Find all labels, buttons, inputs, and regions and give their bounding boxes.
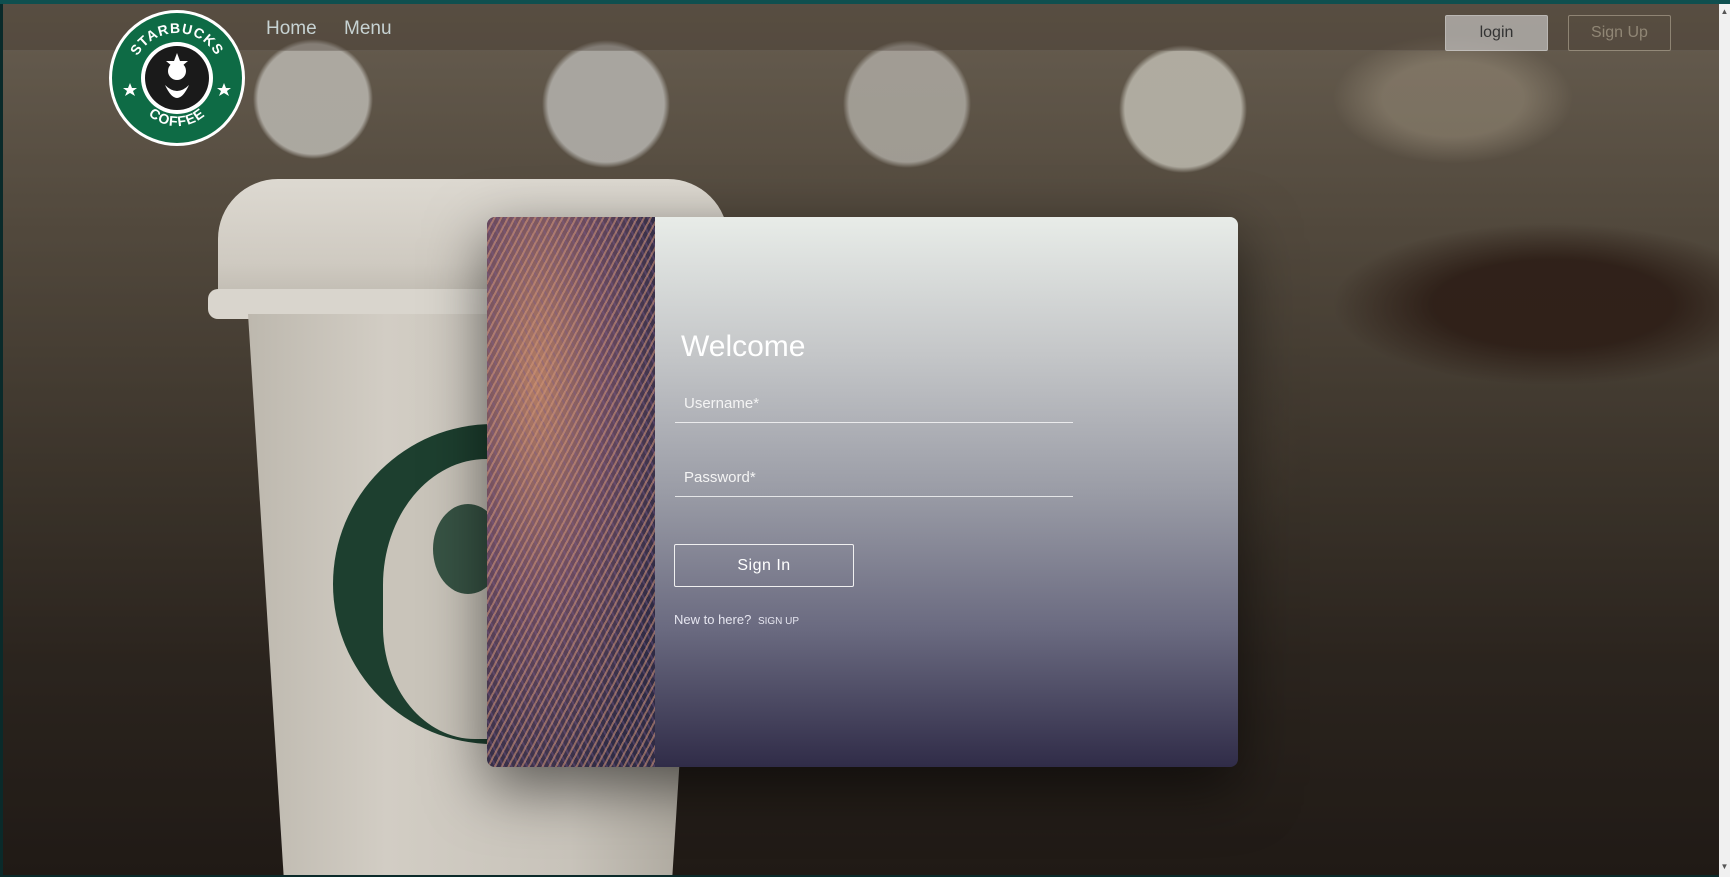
modal-decorative-art xyxy=(487,217,655,767)
login-form-panel: Welcome Sign In New to here? SIGN UP xyxy=(655,217,1238,767)
starbucks-logo[interactable]: STARBUCKS COFFEE xyxy=(109,10,245,146)
login-button[interactable]: login xyxy=(1445,15,1548,51)
signup-button[interactable]: Sign Up xyxy=(1568,15,1671,51)
sign-in-button[interactable]: Sign In xyxy=(674,544,854,587)
nav-home-link[interactable]: Home xyxy=(266,18,317,40)
welcome-heading: Welcome xyxy=(681,330,806,363)
vertical-scrollbar[interactable]: ▲ ▼ xyxy=(1719,4,1730,877)
password-input[interactable] xyxy=(675,459,1073,497)
starbucks-logo-icon: STARBUCKS COFFEE xyxy=(123,20,231,129)
chevron-up-icon[interactable]: ▲ xyxy=(1720,6,1729,18)
signup-prompt: New to here? SIGN UP xyxy=(674,612,799,627)
chevron-down-icon[interactable]: ▼ xyxy=(1720,861,1729,873)
username-input[interactable] xyxy=(675,385,1073,423)
signup-link[interactable]: SIGN UP xyxy=(758,616,799,627)
login-modal: Welcome Sign In New to here? SIGN UP xyxy=(487,217,1238,767)
page-viewport: STARBUCKS COFFEE Home Menu login Sign Up… xyxy=(3,4,1719,875)
nav-menu-link[interactable]: Menu xyxy=(344,18,392,40)
new-here-text: New to here? xyxy=(674,612,752,627)
